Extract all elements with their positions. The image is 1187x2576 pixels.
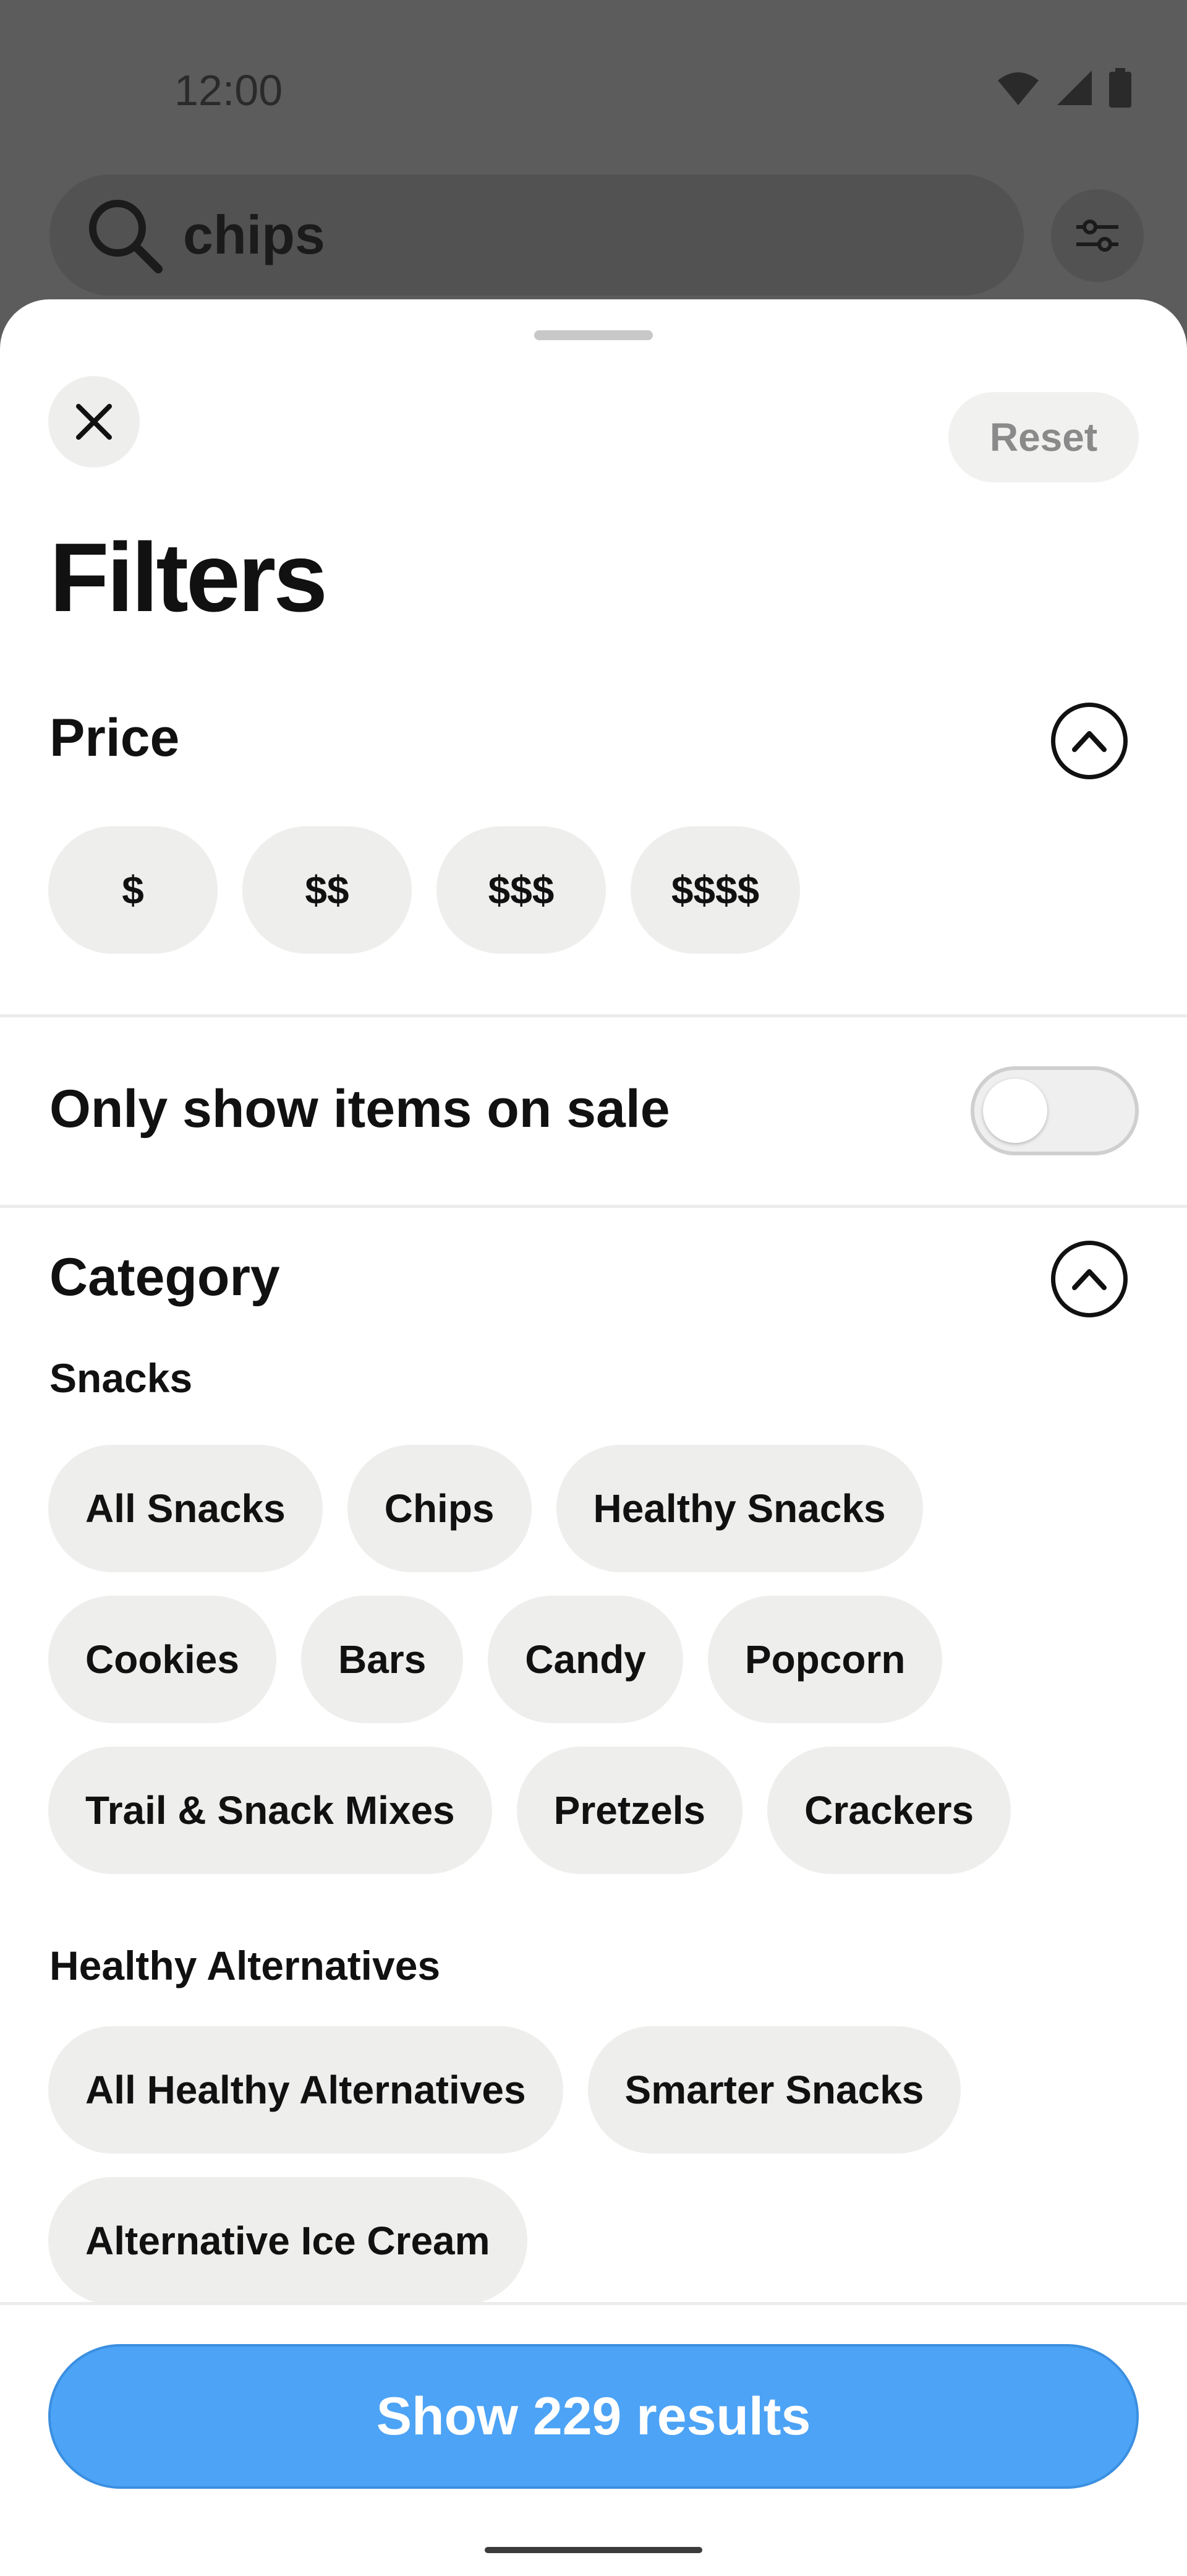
category-group-title: Snacks (49, 1355, 193, 1401)
category-chip[interactable]: Pretzels (516, 1747, 743, 1874)
category-collapse-button[interactable] (1051, 1241, 1128, 1317)
category-chip[interactable]: Alternative Ice Cream (48, 2177, 527, 2304)
filters-sheet: Reset Filters Price $ $$ $$$ $$$$ Only s… (0, 299, 1187, 2576)
divider (0, 1014, 1187, 1017)
close-icon (76, 404, 112, 440)
close-button[interactable] (48, 376, 140, 468)
category-chip[interactable]: Chips (347, 1445, 532, 1572)
category-chip[interactable]: Cookies (48, 1596, 276, 1723)
category-chip[interactable]: Smarter Snacks (587, 2026, 961, 2154)
category-group-title: Healthy Alternatives (49, 1943, 441, 1988)
price-chip[interactable]: $ (48, 826, 218, 954)
category-chip[interactable]: Bars (300, 1596, 464, 1723)
chip-row: All Snacks Chips Healthy Snacks (48, 1445, 923, 1572)
drag-handle[interactable] (534, 330, 653, 340)
price-collapse-button[interactable] (1051, 703, 1128, 779)
status-time: 12:00 (174, 66, 283, 114)
home-indicator[interactable] (485, 2547, 702, 2553)
category-chip[interactable]: Trail & Snack Mixes (48, 1747, 492, 1874)
chip-row: All Healthy Alternatives Smarter Snacks (48, 2026, 961, 2154)
chevron-up-icon (1072, 1269, 1107, 1290)
price-chip[interactable]: $$$ (436, 826, 606, 954)
category-chip[interactable]: Popcorn (707, 1596, 943, 1723)
category-chip[interactable]: Candy (488, 1596, 683, 1723)
wifi-icon (998, 72, 1039, 105)
price-options: $ $$ $$$ $$$$ (48, 826, 800, 954)
sale-toggle-label: Only show items on sale (49, 1079, 670, 1139)
toggle-knob (983, 1079, 1047, 1143)
price-chip[interactable]: $$$$ (631, 826, 800, 954)
signal-icon (1057, 71, 1092, 105)
category-section-title: Category (49, 1247, 280, 1307)
show-results-button[interactable]: Show 229 results (48, 2344, 1139, 2489)
chevron-up-icon (1072, 731, 1107, 752)
sliders-icon (1076, 220, 1118, 252)
battery-icon (1109, 68, 1131, 108)
search-icon (89, 200, 163, 273)
chip-row: Alternative Ice Cream (48, 2177, 527, 2304)
search-input[interactable]: chips (183, 203, 325, 267)
category-chip[interactable]: All Healthy Alternatives (48, 2026, 563, 2154)
category-chip[interactable]: Crackers (767, 1747, 1011, 1874)
category-chip[interactable]: All Snacks (48, 1445, 323, 1572)
price-chip[interactable]: $$ (242, 826, 412, 954)
chip-row: Cookies Bars Candy Popcorn (48, 1596, 943, 1723)
chip-row: Trail & Snack Mixes Pretzels Crackers (48, 1747, 1011, 1874)
sale-toggle[interactable] (971, 1066, 1139, 1155)
status-icons (997, 68, 1131, 108)
price-section-title: Price (49, 708, 180, 768)
divider (0, 1205, 1187, 1208)
category-chip[interactable]: Healthy Snacks (556, 1445, 923, 1572)
filter-button[interactable] (1051, 189, 1144, 282)
search-bar[interactable]: chips (49, 174, 1024, 296)
reset-button[interactable]: Reset (948, 392, 1139, 482)
page-title: Filters (49, 523, 328, 632)
